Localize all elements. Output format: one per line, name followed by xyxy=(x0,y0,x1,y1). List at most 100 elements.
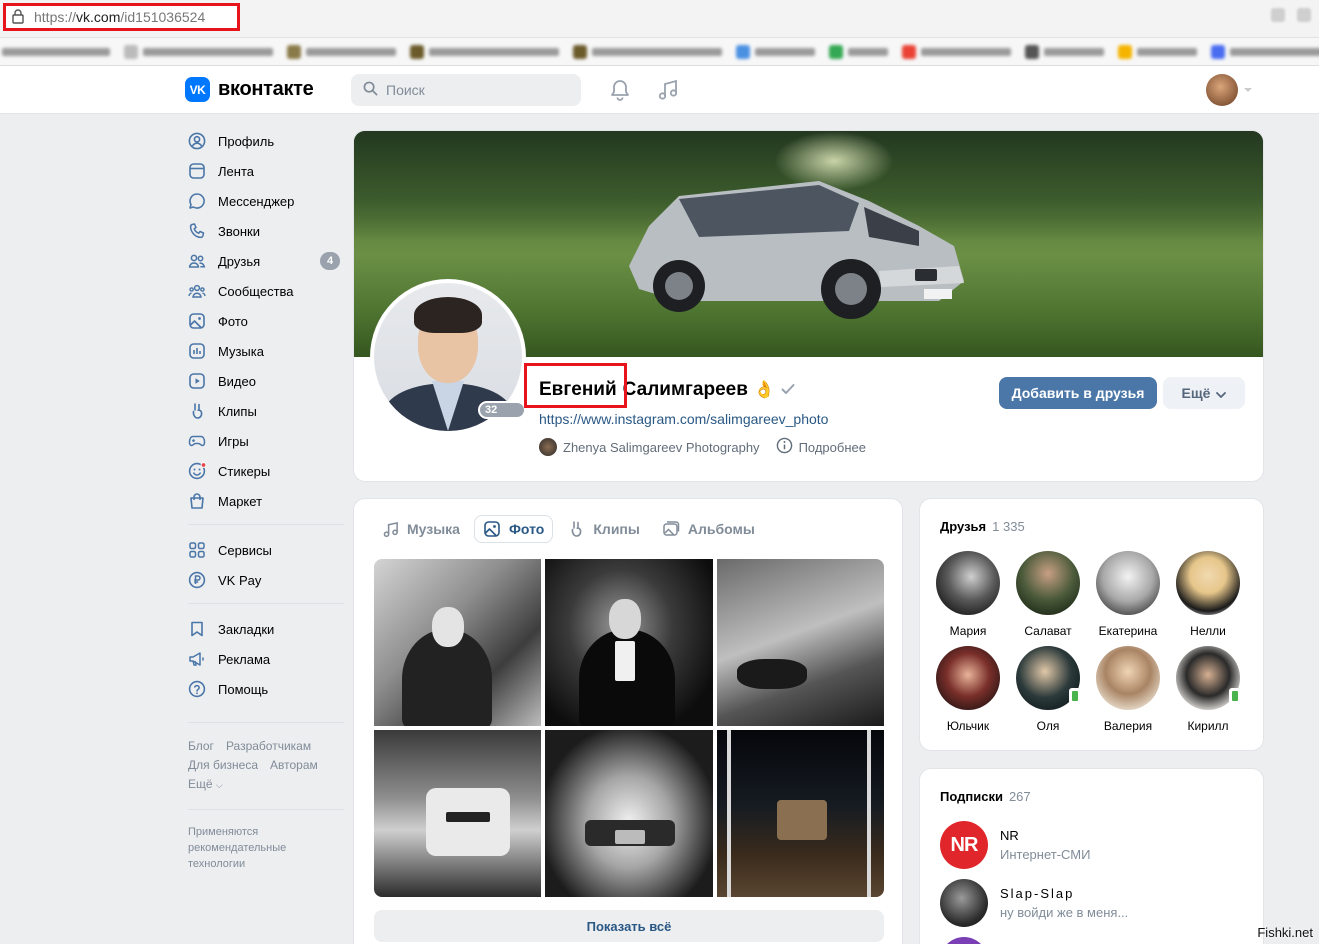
bookmark-item[interactable] xyxy=(829,44,888,59)
bookmark-item[interactable] xyxy=(573,44,722,59)
bookmark-item[interactable] xyxy=(410,44,559,59)
photo-thumbnail[interactable] xyxy=(545,730,713,897)
clips-icon xyxy=(188,402,206,420)
friends-badge: 4 xyxy=(320,252,340,270)
footer-link-developers[interactable]: Разработчикам xyxy=(226,737,311,756)
sidebar-item-help[interactable]: Помощь xyxy=(188,674,344,704)
sidebar-item-services[interactable]: Сервисы xyxy=(188,535,344,565)
bookmark-item[interactable] xyxy=(902,44,1011,59)
add-friend-button[interactable]: Добавить в друзья xyxy=(999,377,1157,409)
more-info-link[interactable]: Подробнее xyxy=(799,440,866,455)
phone-icon xyxy=(188,222,206,240)
sidebar-item-ads[interactable]: Реклама xyxy=(188,644,344,674)
friend-name: Кирилл xyxy=(1187,719,1229,733)
footer-link-authors[interactable]: Авторам xyxy=(270,756,318,775)
bookmark-item[interactable] xyxy=(1025,44,1104,59)
sidebar-item-video[interactable]: Видео xyxy=(188,366,344,396)
sidebar-item-label: Профиль xyxy=(218,133,275,149)
photo-icon xyxy=(188,312,206,330)
bookmark-star-icon[interactable] xyxy=(1297,8,1311,22)
cover-car-image xyxy=(629,181,964,319)
sidebar-item-vkpay[interactable]: VK Pay xyxy=(188,565,344,595)
url-host: vk.com xyxy=(76,9,121,25)
sidebar-item-profile[interactable]: Профиль xyxy=(188,126,344,156)
subscriptions-title[interactable]: Подписки 267 xyxy=(940,789,1031,804)
sidebar-item-photo[interactable]: Фото xyxy=(188,306,344,336)
sidebar-item-phone[interactable]: Звонки xyxy=(188,216,344,246)
sidebar-item-market[interactable]: Маркет xyxy=(188,486,344,516)
friend-item[interactable]: Оля xyxy=(1008,646,1088,733)
search-input[interactable]: Поиск xyxy=(351,74,581,106)
friends-icon xyxy=(188,252,206,270)
show-all-button[interactable]: Показать всё xyxy=(374,910,884,942)
bookmark-item[interactable] xyxy=(736,44,815,59)
bookmark-item[interactable] xyxy=(287,44,396,59)
avatar-hair xyxy=(414,297,482,333)
sidebar-item-music[interactable]: Музыка xyxy=(188,336,344,366)
friend-item[interactable]: Валерия xyxy=(1088,646,1168,733)
tab-photo[interactable]: Фото xyxy=(473,515,554,543)
vk-logo-text: вконтакте xyxy=(218,78,314,100)
sidebar-item-feed[interactable]: Лента xyxy=(188,156,344,186)
sidebar-item-label: Фото xyxy=(218,313,248,329)
friend-item[interactable]: Мария xyxy=(928,551,1008,638)
subscription-item[interactable]: NR NR Интернет-СМИ xyxy=(940,821,1090,869)
bookmark-item[interactable] xyxy=(1211,44,1319,59)
bell-icon[interactable] xyxy=(610,79,630,106)
friend-item[interactable]: Юльчик xyxy=(928,646,1008,733)
market-icon xyxy=(188,492,206,510)
friend-name: Нелли xyxy=(1190,624,1226,638)
photo-thumbnail[interactable] xyxy=(716,559,884,726)
sidebar-item-stickers[interactable]: Стикеры xyxy=(188,456,344,486)
sidebar-item-messenger[interactable]: Мессенджер xyxy=(188,186,344,216)
albums-icon xyxy=(662,520,680,538)
subscription-item[interactable]: Slap-Slap ну войди же в меня... xyxy=(940,879,1128,927)
bookmark-item[interactable] xyxy=(1118,44,1197,59)
profile-page-link[interactable]: Zhenya Salimgareev Photography xyxy=(563,440,760,455)
photo-thumbnail[interactable] xyxy=(716,730,884,897)
friends-title[interactable]: Друзья 1 335 xyxy=(940,519,1025,534)
more-actions-button[interactable]: Ещё xyxy=(1163,377,1245,409)
bookmark-item[interactable] xyxy=(124,44,273,59)
friend-item[interactable]: Салават xyxy=(1008,551,1088,638)
friend-item[interactable]: Нелли xyxy=(1168,551,1248,638)
translate-icon[interactable] xyxy=(1271,8,1285,22)
last-seen-badge: 32 мин xyxy=(478,401,526,430)
footer-link-blog[interactable]: Блог xyxy=(188,737,214,756)
browser-address-bar: https://vk.com/id151036524 xyxy=(0,0,1319,38)
clips-icon xyxy=(567,520,585,538)
friends-card: Друзья 1 335 Мария Салават Екатерина Нелли Юл… xyxy=(919,498,1264,751)
sidebar-item-bookmarks[interactable]: Закладки xyxy=(188,614,344,644)
sidebar-item-games[interactable]: Игры xyxy=(188,426,344,456)
vk-logo[interactable]: VK вконтакте xyxy=(185,77,314,102)
watermark: Fishki.net xyxy=(1257,925,1313,940)
chevron-down-icon: ⌵ xyxy=(215,780,223,790)
tab-albums[interactable]: Альбомы xyxy=(654,515,763,543)
friend-item[interactable]: Екатерина xyxy=(1088,551,1168,638)
photo-thumbnail[interactable] xyxy=(374,730,542,897)
tab-music[interactable]: Музыка xyxy=(374,515,468,543)
footer-link-business[interactable]: Для бизнеса xyxy=(188,756,258,775)
profile-icon xyxy=(188,132,206,150)
bookmark-item[interactable] xyxy=(2,47,110,56)
music-note-icon[interactable] xyxy=(657,79,679,106)
slap-slap-avatar xyxy=(940,879,988,927)
sidebar-item-friends[interactable]: Друзья 4 xyxy=(188,246,344,276)
nr-logo: NR xyxy=(940,821,988,869)
profile-website-link[interactable]: https://www.instagram.com/salimgareev_ph… xyxy=(539,411,828,427)
footer-link-more[interactable]: Ещё ⌵ xyxy=(188,775,223,795)
sidebar-item-label: Друзья xyxy=(218,253,261,269)
url-field[interactable]: https://vk.com/id151036524 xyxy=(3,3,240,31)
sidebar-item-communities[interactable]: Сообщества xyxy=(188,276,344,306)
lock-icon xyxy=(12,9,26,25)
user-avatar[interactable] xyxy=(1206,74,1238,106)
tab-label: Музыка xyxy=(407,521,460,537)
more-actions-label: Ещё xyxy=(1181,385,1211,401)
sidebar-item-clips[interactable]: Клипы xyxy=(188,396,344,426)
chevron-down-icon[interactable] xyxy=(1244,88,1252,92)
photo-thumbnail[interactable] xyxy=(545,559,713,726)
friend-item[interactable]: Кирилл xyxy=(1168,646,1248,733)
profile-avatar[interactable]: 32 мин xyxy=(370,279,526,435)
photo-thumbnail[interactable] xyxy=(374,559,542,726)
tab-clips[interactable]: Клипы xyxy=(559,515,647,543)
